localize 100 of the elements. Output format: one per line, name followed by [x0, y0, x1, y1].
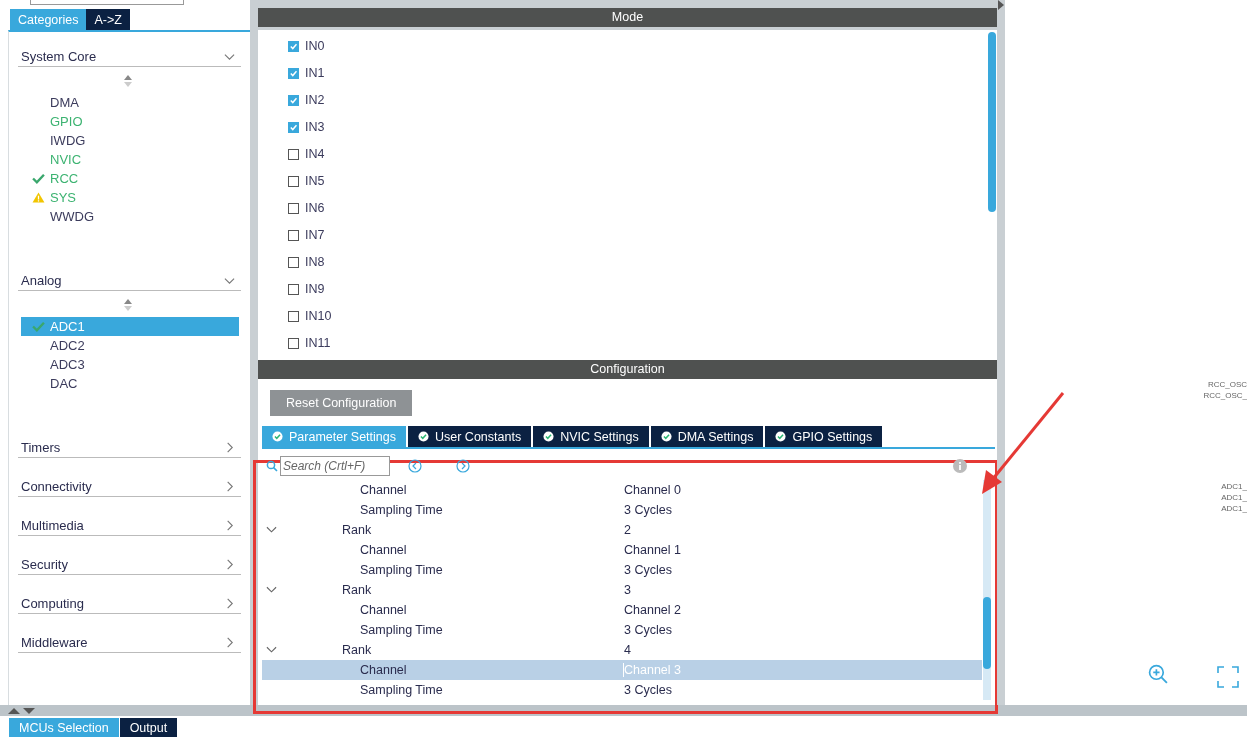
peripheral-item[interactable]: WWDG [21, 207, 239, 226]
category-tab[interactable]: A->Z [86, 9, 130, 30]
settings-tab[interactable]: User Constants [408, 426, 532, 447]
bottom-tab[interactable]: Output [119, 718, 178, 737]
category-header[interactable]: Security [18, 550, 241, 575]
category-header[interactable]: Multimedia [18, 511, 241, 536]
checkbox[interactable] [288, 284, 299, 295]
parameter-name: Rank [342, 523, 373, 537]
next-icon[interactable] [456, 459, 470, 473]
settings-tab[interactable]: NVIC Settings [533, 426, 649, 447]
check-icon [32, 173, 45, 184]
check-circle-icon [543, 431, 555, 442]
search-icon [266, 460, 278, 472]
collapse-arrow-icon[interactable] [998, 0, 1004, 10]
parameter-value: 3 [623, 583, 631, 597]
chevron-icon [224, 441, 235, 453]
resize-arrows-icon[interactable] [8, 706, 36, 715]
scrollbar-thumb[interactable] [983, 597, 991, 669]
checkbox[interactable] [288, 176, 299, 187]
parameter-value[interactable]: 3 Cycles [623, 623, 672, 637]
parameter-name: Sampling Time [360, 623, 444, 637]
parameter-value: 4 [623, 643, 631, 657]
scrollbar-track[interactable] [983, 480, 991, 700]
input-label: IN0 [305, 39, 325, 53]
peripheral-item[interactable]: ADC3 [21, 355, 239, 374]
peripheral-item[interactable]: IWDG [21, 131, 239, 150]
warning-icon [32, 192, 45, 203]
search-field[interactable]: Search (Crtl+F) [280, 456, 390, 476]
category-header[interactable]: Middleware [18, 628, 241, 653]
input-label: IN5 [305, 174, 325, 188]
sort-icon[interactable] [124, 75, 132, 87]
pin-label: ADC1_ [1221, 482, 1247, 491]
expand-chevron-icon[interactable] [266, 646, 277, 654]
input-label: IN6 [305, 201, 325, 215]
category-header[interactable]: Timers [18, 433, 241, 458]
parameter-name: Channel [360, 663, 408, 677]
settings-tab[interactable]: DMA Settings [650, 426, 764, 447]
category-header[interactable]: Connectivity [18, 472, 241, 497]
checkbox[interactable] [288, 68, 299, 79]
parameter-name: Rank [342, 583, 373, 597]
checkbox[interactable] [288, 149, 299, 160]
chevron-icon [224, 558, 235, 570]
checkbox[interactable] [288, 95, 299, 106]
checkbox[interactable] [288, 122, 299, 133]
category-header[interactable]: System Core [18, 42, 241, 67]
chevron-icon [224, 519, 235, 531]
input-label: IN10 [305, 309, 332, 323]
checkbox[interactable] [288, 203, 299, 214]
category-header[interactable]: Analog [18, 266, 241, 291]
chevron-icon [224, 636, 235, 648]
parameter-name: Channel [360, 603, 408, 617]
parameter-value[interactable]: 3 Cycles [623, 563, 672, 577]
parameter-value[interactable]: 3 Cycles [623, 683, 672, 697]
input-label: IN3 [305, 120, 325, 134]
check-circle-icon [418, 431, 429, 442]
parameter-name: Sampling Time [360, 563, 444, 577]
panel-title: Mode [258, 8, 997, 27]
checkbox[interactable] [288, 338, 299, 349]
check-circle-icon [272, 431, 283, 442]
input-label: IN9 [305, 282, 325, 296]
input-label: IN4 [305, 147, 325, 161]
info-icon[interactable] [953, 459, 967, 473]
peripheral-item[interactable]: ADC2 [21, 336, 239, 355]
check-circle-icon [775, 431, 787, 442]
checkbox[interactable] [288, 311, 299, 322]
input-label: IN11 [305, 336, 331, 350]
parameter-value[interactable]: 3 Cycles [623, 503, 672, 517]
checkbox[interactable] [288, 230, 299, 241]
pin-label: RCC_OSC [1207, 380, 1247, 389]
parameter-value[interactable]: Channel 2 [623, 603, 681, 617]
chevron-icon [224, 597, 235, 609]
expand-chevron-icon[interactable] [266, 526, 277, 534]
search-field[interactable] [30, 0, 184, 5]
settings-tab[interactable]: GPIO Settings [765, 426, 883, 447]
check-icon [32, 321, 45, 332]
parameter-value[interactable]: Channel 1 [623, 543, 681, 557]
pin-label: ADC1_ [1221, 504, 1247, 513]
chevron-icon [224, 480, 235, 492]
peripheral-item[interactable]: DAC [21, 374, 239, 393]
check-circle-icon [660, 431, 672, 442]
input-label: IN1 [305, 66, 325, 80]
pin-label: ADC1_ [1221, 493, 1247, 502]
pin-label: RCC_OSC_ [1203, 391, 1247, 400]
parameter-name: Channel [360, 543, 408, 557]
checkbox[interactable] [288, 41, 299, 52]
parameter-name: Rank [342, 643, 373, 657]
checkbox[interactable] [288, 257, 299, 268]
parameter-name: Sampling Time [360, 683, 444, 697]
peripheral-item[interactable]: DMA [21, 93, 239, 112]
category-header[interactable]: Computing [18, 589, 241, 614]
zoom-in-icon[interactable] [1148, 664, 1169, 685]
parameter-name: Channel [360, 483, 408, 497]
parameter-name: Sampling Time [360, 503, 444, 517]
sort-icon[interactable] [124, 299, 132, 311]
previous-icon[interactable] [408, 459, 422, 473]
expand-chevron-icon[interactable] [266, 586, 277, 594]
input-label: IN8 [305, 255, 325, 269]
scrollbar-thumb[interactable] [988, 32, 996, 212]
parameter-value: 2 [623, 523, 631, 537]
parameter-value[interactable]: Channel 0 [623, 483, 681, 497]
